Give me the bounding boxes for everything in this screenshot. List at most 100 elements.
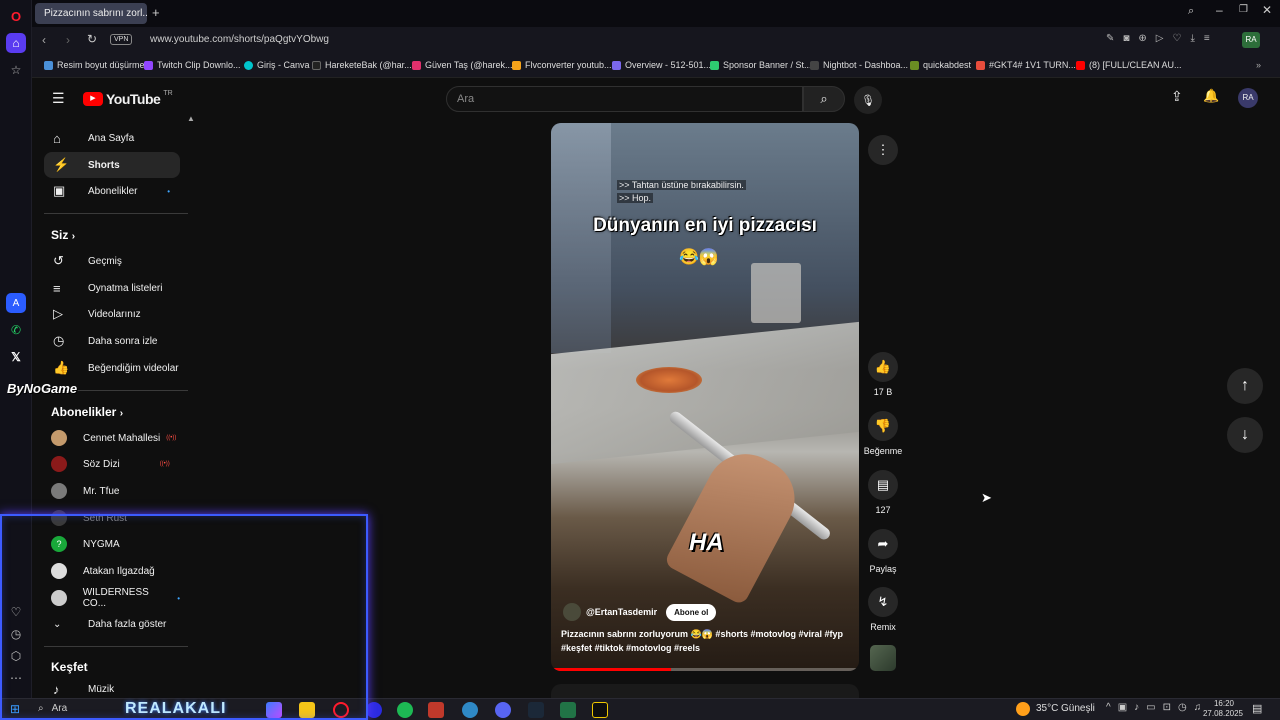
dislike-button[interactable]: 👎 — [868, 411, 898, 441]
more-bookmarks-icon[interactable]: » — [1256, 60, 1261, 70]
short-video-player[interactable]: >> Tahtan üstüne bırakabilirsin. >> Hop.… — [551, 123, 859, 671]
spotify-icon[interactable] — [397, 702, 413, 718]
remix-button[interactable]: ↯ — [868, 587, 898, 617]
channel-name[interactable]: @ErtanTasdemir — [586, 607, 657, 617]
back-icon[interactable]: ‹ — [42, 33, 46, 47]
sidebar-item-channel[interactable]: Söz Dizi ((•)) — [44, 451, 180, 477]
share-label: Paylaş — [869, 564, 897, 574]
sidebar-item-channel[interactable]: Mr. Tfue — [44, 478, 180, 504]
excel-icon[interactable] — [560, 702, 576, 718]
voice-search-button[interactable]: 🎙 — [854, 86, 882, 114]
bookmark-item[interactable]: Sponsor Banner / St... — [710, 60, 812, 70]
sidebar-item-subscriptions[interactable]: ▣ Abonelikler • — [44, 178, 180, 204]
voicemeeter-icon[interactable] — [428, 702, 444, 718]
star-icon[interactable]: ☆ — [6, 60, 26, 80]
bookmark-item[interactable]: Güven Taş (@harek... — [412, 60, 513, 70]
discord-icon[interactable] — [495, 702, 511, 718]
sidebar-item-watch-later[interactable]: ◷ Daha sonra izle — [44, 328, 180, 354]
sidebar-item-your-videos[interactable]: ▷ Videolarınız — [44, 301, 180, 327]
copilot-icon[interactable] — [266, 702, 282, 718]
toolbar-icons[interactable]: ✎◙⊕▷♡⤓≡ — [1106, 33, 1219, 44]
progress-track[interactable] — [551, 668, 859, 671]
app-store-icon[interactable]: A — [6, 293, 26, 313]
menu-icon[interactable]: ☰ — [52, 90, 65, 107]
sidebar-item-playlists[interactable]: ≡ Oynatma listeleri — [44, 275, 180, 301]
more-options-button[interactable]: ⋮ — [868, 135, 898, 165]
app-icon[interactable] — [366, 702, 382, 718]
history-icon[interactable]: ◷ — [6, 624, 26, 644]
weather-temp[interactable]: 35°C — [1036, 703, 1058, 714]
previous-short-button[interactable]: ↑ — [1227, 368, 1263, 404]
search-input[interactable]: Ara — [446, 86, 803, 112]
home-icon[interactable]: ⌂ — [6, 33, 26, 53]
sidebar-item-liked-videos[interactable]: 👍 Beğendiğim videolar — [44, 355, 180, 381]
channel-avatar[interactable] — [563, 603, 581, 621]
reload-icon[interactable]: ↻ — [87, 32, 97, 46]
comments-button[interactable]: ▤ — [868, 470, 898, 500]
clock-date[interactable]: 27.08.2025 — [1198, 709, 1248, 718]
notifications-icon[interactable]: 🔔 — [1203, 88, 1219, 104]
system-tray-icons[interactable]: ^▣♪▭⊡◷♫ — [1106, 702, 1208, 713]
minimize-icon[interactable]: – — [1216, 3, 1223, 17]
opera-icon[interactable] — [333, 702, 349, 718]
sidebar-item-shorts[interactable]: ⚡ Shorts — [44, 152, 180, 178]
sidebar-item-history[interactable]: ↺ Geçmiş — [44, 248, 180, 274]
profile-avatar[interactable]: RA — [1242, 32, 1260, 48]
x-icon[interactable]: 𝕏 — [6, 347, 26, 367]
taskbar-search[interactable]: ⌕ Ara — [38, 703, 67, 714]
maximize-icon[interactable]: ❐ — [1239, 4, 1248, 15]
scroll-up-arrow[interactable]: ▲ — [187, 114, 195, 123]
bookmark-item[interactable]: Flvconverter youtub... — [512, 60, 612, 70]
search-button[interactable]: ⌕ — [803, 86, 845, 112]
bookmark-item[interactable]: Giriş - Canva — [244, 60, 310, 70]
youtube-logo[interactable]: ▶ YouTube TR — [83, 90, 173, 107]
windows-start-icon[interactable]: ⊞ — [10, 702, 20, 716]
vpn-badge[interactable]: VPN — [110, 34, 133, 45]
show-more-button[interactable]: ⌄ Daha fazla göster — [44, 611, 180, 637]
forward-icon[interactable]: › — [66, 33, 70, 47]
url-field[interactable]: www.youtube.com/shorts/paQgtvYObwg — [150, 34, 329, 45]
upload-icon[interactable]: ⇪ — [1171, 88, 1183, 105]
bookmark-item[interactable]: Nightbot - Dashboa... — [810, 60, 908, 70]
tab-youtube[interactable]: Pizzacının sabrını zorl... × — [35, 3, 147, 24]
app-icon[interactable] — [462, 702, 478, 718]
sidebar-item-channel[interactable]: Seth Rust — [44, 505, 180, 531]
clock-time[interactable]: 16:20 — [1209, 699, 1239, 708]
sidebar-item-channel[interactable]: WILDERNESS CO... • — [44, 585, 180, 611]
sidebar-item-home[interactable]: ⌂ Ana Sayfa — [44, 125, 180, 151]
bookmark-item[interactable]: (8) [FULL/CLEAN AU... — [1076, 60, 1182, 70]
steam-icon[interactable] — [528, 702, 544, 718]
next-short-button[interactable]: ↓ — [1227, 417, 1263, 453]
you-section-heading[interactable]: Siz › — [51, 228, 75, 242]
notification-icon[interactable]: ▤ — [1252, 702, 1262, 715]
more-icon[interactable]: ⋯ — [6, 668, 26, 688]
video-description[interactable]: Pizzacının sabrını zorluyorum 😂😱 #shorts… — [561, 629, 853, 640]
account-avatar[interactable]: RA — [1238, 88, 1258, 108]
sidebar-item-channel[interactable]: ? NYGMA — [44, 531, 180, 557]
bookmark-item[interactable]: #GKT4# 1V1 TURN... — [976, 60, 1076, 70]
subscriptions-section-heading[interactable]: Abonelikler › — [51, 405, 123, 419]
heart-icon[interactable]: ♡ — [6, 602, 26, 622]
share-button[interactable]: ➦ — [868, 529, 898, 559]
new-tab-icon[interactable]: + — [152, 5, 160, 20]
bookmark-item[interactable]: Resim boyut düşürme — [44, 60, 145, 70]
cube-icon[interactable]: ⬡ — [6, 646, 26, 666]
opera-logo-icon[interactable]: O — [6, 6, 26, 26]
sidebar-item-channel[interactable]: Atakan Ilgazdağ — [44, 558, 180, 584]
close-window-icon[interactable]: ✕ — [1262, 3, 1272, 17]
audio-thumbnail[interactable] — [870, 645, 896, 671]
bookmark-item[interactable]: quickabdest — [910, 60, 971, 70]
weather-desc[interactable]: Güneşli — [1061, 703, 1095, 714]
like-button[interactable]: 👍 — [868, 352, 898, 382]
file-explorer-icon[interactable] — [299, 702, 315, 718]
sidebar-item-channel[interactable]: Cennet Mahallesi ((•)) — [44, 425, 180, 451]
video-hashtags[interactable]: #keşfet #tiktok #motovlog #reels — [561, 643, 853, 653]
next-short-preview[interactable] — [551, 684, 859, 698]
bookmark-item[interactable]: Overview - 512-501... — [612, 60, 711, 70]
app-icon[interactable] — [592, 702, 608, 718]
subscribe-button[interactable]: Abone ol — [666, 603, 717, 621]
search-tabs-icon[interactable]: ⌕ — [1188, 5, 1194, 18]
whatsapp-icon[interactable]: ✆ — [6, 320, 26, 340]
bookmark-item[interactable]: HareketeBak (@har... — [312, 60, 412, 70]
bookmark-item[interactable]: Twitch Clip Downlo... — [144, 60, 241, 70]
